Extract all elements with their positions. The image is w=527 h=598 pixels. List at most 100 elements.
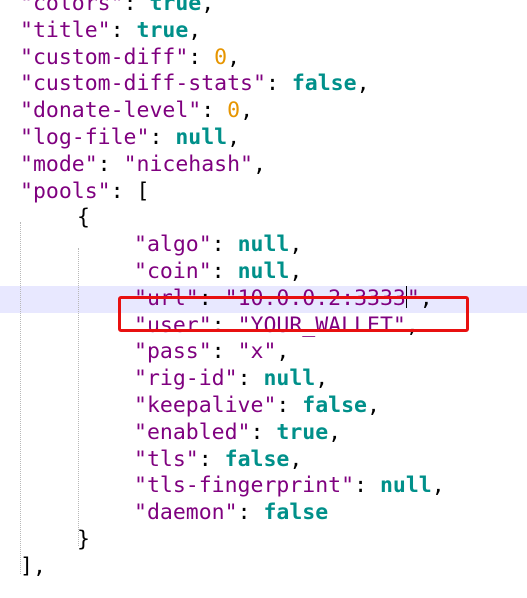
code-line[interactable]: "url": "10.0.0.2:3333", (0, 285, 527, 313)
token-punct: : (276, 393, 303, 418)
code-line[interactable]: "donate-level": 0, (0, 98, 527, 125)
token-str: " (406, 285, 420, 311)
token-key: "coin" (134, 259, 212, 284)
token-punct: , (356, 71, 370, 97)
token-punct: : (265, 71, 292, 97)
code-line[interactable]: "custom-diff-stats": false, (0, 71, 527, 98)
token-punct: , (227, 125, 241, 150)
token-punct: , (315, 366, 329, 392)
token-punct: , (188, 17, 202, 43)
token-punct: , (227, 44, 241, 70)
token-punct: , (328, 419, 342, 445)
token-key: "user" (134, 312, 212, 338)
token-key: "algo" (134, 232, 212, 258)
token-punct: { (77, 205, 90, 231)
token-key: "pools" (20, 178, 111, 204)
token-punct: , (201, 0, 215, 16)
token-punct: : (123, 0, 150, 16)
token-key: "tls-fingerprint" (134, 473, 355, 499)
token-key: "donate-level" (20, 98, 202, 124)
token-key: "custom-diff-stats" (20, 71, 266, 97)
token-punct: , (289, 232, 303, 258)
code-line[interactable]: "pools": [ (0, 179, 527, 206)
token-punct: ], (20, 553, 46, 579)
code-line[interactable]: "enabled": true, (0, 420, 527, 447)
token-punct: , (367, 393, 380, 418)
token-punct: , (431, 473, 445, 499)
code-line[interactable]: { (0, 205, 527, 232)
token-null: null (237, 232, 290, 258)
code-line[interactable]: "daemon": false (0, 500, 527, 527)
token-punct: , (419, 285, 433, 311)
token-key: "log-file" (20, 125, 150, 150)
token-punct: , (276, 339, 290, 365)
code-line[interactable]: "colors": true, (0, 0, 527, 18)
token-punct: : (201, 98, 228, 124)
token-punct: : (354, 473, 380, 499)
token-str: "10.0.0.2:3333 (224, 285, 406, 311)
token-punct: : (211, 232, 238, 258)
token-punct: : (237, 500, 264, 526)
token-punct: , (289, 446, 303, 472)
code-line[interactable]: "tls": false, (0, 447, 527, 474)
token-key: "pass" (134, 339, 212, 365)
token-punct: : (198, 285, 225, 311)
token-punct: , (253, 151, 266, 177)
token-key: "custom-diff" (20, 44, 189, 70)
indent-guide-inner (78, 248, 79, 546)
token-num: 0 (227, 98, 241, 124)
code-line[interactable]: "keepalive": false, (0, 393, 527, 420)
token-punct: : (188, 44, 215, 70)
token-null: null (379, 473, 432, 499)
token-punct: : (149, 125, 176, 150)
token-punct: : (250, 419, 277, 445)
token-bool: true (136, 17, 189, 43)
code-line[interactable]: "mode": "nicehash", (0, 152, 527, 179)
code-line[interactable]: "user": "YOUR_WALLET", (0, 313, 527, 340)
code-line[interactable]: "algo": null, (0, 232, 527, 259)
token-str: "x" (237, 339, 277, 365)
token-bool: true (276, 419, 329, 445)
token-key: "enabled" (134, 419, 251, 445)
code-line[interactable]: "custom-diff": 0, (0, 45, 527, 72)
token-bool: false (263, 500, 329, 526)
token-bool: false (302, 393, 368, 418)
code-line[interactable]: ], (0, 554, 527, 581)
token-key: "title" (20, 17, 111, 43)
token-null: null (237, 259, 290, 284)
token-punct: : (110, 17, 137, 43)
token-bool: true (149, 0, 202, 16)
token-punct: : (211, 259, 238, 284)
code-line[interactable]: } (0, 527, 527, 554)
code-editor[interactable]: "colors": true, "title": true, "custom-dif… (0, 0, 527, 598)
token-punct: : (211, 312, 238, 338)
code-line[interactable]: "title": true, (0, 18, 527, 45)
token-str: "YOUR_WALLET" (237, 312, 406, 338)
code-line[interactable]: "log-file": null, (0, 125, 527, 152)
token-key: "tls" (134, 446, 199, 472)
token-bool: false (224, 446, 290, 472)
code-line[interactable]: "pass": "x", (0, 339, 527, 366)
token-punct: , (240, 98, 254, 124)
token-punct: : (211, 339, 238, 365)
indent-guide-outer (20, 222, 21, 574)
token-punct: : (198, 446, 225, 472)
token-bool: false (291, 71, 357, 97)
token-null: null (263, 366, 316, 392)
token-key: "colors" (20, 0, 124, 16)
token-null: null (175, 125, 228, 150)
token-key: "mode" (20, 151, 98, 177)
token-punct: : (97, 151, 124, 177)
token-punct: , (405, 312, 419, 338)
code-line[interactable]: "rig-id": null, (0, 366, 527, 393)
token-key: "keepalive" (134, 393, 277, 418)
token-punct: , (289, 259, 303, 284)
code-line[interactable]: "coin": null, (0, 259, 527, 286)
token-punct: : [ (110, 178, 150, 204)
code-line[interactable]: "tls-fingerprint": null, (0, 473, 527, 500)
token-key: "rig-id" (134, 366, 238, 392)
token-key: "url" (134, 285, 199, 311)
token-str: "nicehash" (123, 151, 254, 177)
token-key: "daemon" (134, 500, 238, 526)
token-punct: : (237, 366, 264, 392)
